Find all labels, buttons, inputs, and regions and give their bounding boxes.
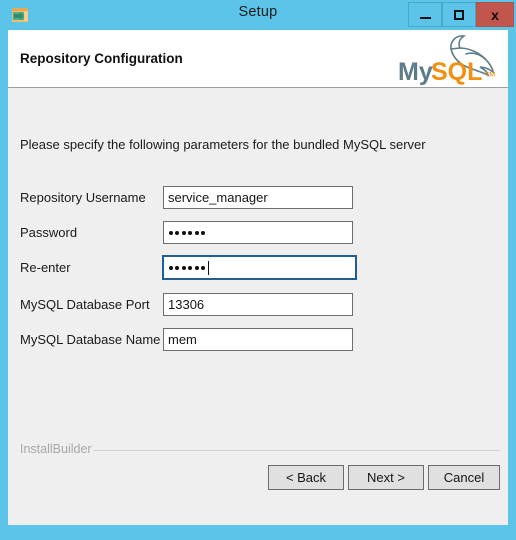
field-row-database-port: MySQL Database Port <box>20 293 500 319</box>
dialog-client-area: Repository Configuration My SQL ™ Please… <box>8 30 508 525</box>
mysql-logo: My SQL ™ <box>396 32 500 86</box>
back-button[interactable]: < Back <box>268 465 344 490</box>
cancel-button[interactable]: Cancel <box>428 465 500 490</box>
field-row-database-name: MySQL Database Name <box>20 328 500 354</box>
footer-divider <box>93 450 500 451</box>
svg-text:™: ™ <box>484 69 496 83</box>
dialog-body: Please specify the following parameters … <box>8 88 508 497</box>
window-titlebar[interactable]: Setup x <box>0 0 516 30</box>
close-icon: x <box>491 6 499 23</box>
instruction-text: Please specify the following parameters … <box>20 137 426 152</box>
maximize-icon <box>454 9 464 20</box>
label-database-name: MySQL Database Name <box>20 332 161 347</box>
dialog-footer: InstallBuilder < Back Next > Cancel <box>8 435 508 497</box>
close-button[interactable]: x <box>476 2 514 27</box>
label-password: Password <box>20 225 78 240</box>
next-button[interactable]: Next > <box>348 465 424 490</box>
svg-text:My: My <box>398 58 433 86</box>
database-port-input[interactable] <box>163 293 353 316</box>
text-caret <box>208 260 210 275</box>
label-repository-username: Repository Username <box>20 190 146 205</box>
installbuilder-brand: InstallBuilder <box>20 442 92 456</box>
field-row-repository-username: Repository Username <box>20 186 500 212</box>
field-row-password: Password <box>20 221 500 247</box>
reenter-password-input[interactable] <box>162 255 357 280</box>
label-database-port: MySQL Database Port <box>20 297 150 312</box>
page-title: Repository Configuration <box>20 51 183 66</box>
database-name-input[interactable] <box>163 328 353 351</box>
minimize-icon <box>419 16 431 19</box>
dialog-header: Repository Configuration My SQL ™ <box>8 30 508 88</box>
svg-text:SQL: SQL <box>431 58 482 86</box>
label-reenter-password: Re-enter <box>20 260 71 275</box>
repository-username-input[interactable] <box>163 186 353 209</box>
maximize-button[interactable] <box>442 2 476 27</box>
minimize-button[interactable] <box>408 2 442 27</box>
setup-window: Setup x Repository Configuration My SQL … <box>0 0 516 540</box>
field-row-reenter-password: Re-enter <box>20 255 500 282</box>
password-input[interactable] <box>163 221 353 244</box>
installer-icon <box>11 6 30 24</box>
